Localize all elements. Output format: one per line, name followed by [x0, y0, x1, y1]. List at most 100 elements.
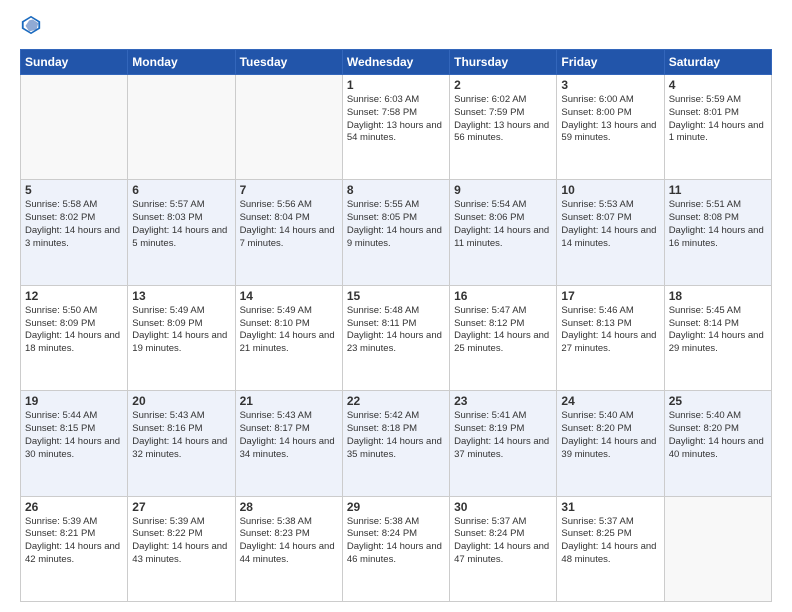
sunset-text: Sunset: 8:09 PM	[132, 318, 230, 331]
day-number: 7	[240, 183, 338, 197]
daylight-text: Daylight: 14 hours and 46 minutes.	[347, 541, 445, 567]
daylight-text: Daylight: 14 hours and 19 minutes.	[132, 330, 230, 356]
calendar-header-row: SundayMondayTuesdayWednesdayThursdayFrid…	[21, 50, 772, 75]
header	[20, 16, 772, 41]
sunrise-text: Sunrise: 5:53 AM	[561, 199, 659, 212]
daylight-text: Daylight: 14 hours and 39 minutes.	[561, 436, 659, 462]
sunrise-text: Sunrise: 5:51 AM	[669, 199, 767, 212]
daylight-text: Daylight: 14 hours and 29 minutes.	[669, 330, 767, 356]
day-number: 25	[669, 394, 767, 408]
sunrise-text: Sunrise: 5:47 AM	[454, 305, 552, 318]
sunset-text: Sunset: 8:12 PM	[454, 318, 552, 331]
day-number: 31	[561, 500, 659, 514]
calendar-cell: 6Sunrise: 5:57 AMSunset: 8:03 PMDaylight…	[128, 180, 235, 285]
calendar-cell: 28Sunrise: 5:38 AMSunset: 8:23 PMDayligh…	[235, 496, 342, 601]
calendar-cell	[235, 75, 342, 180]
day-number: 10	[561, 183, 659, 197]
daylight-text: Daylight: 14 hours and 21 minutes.	[240, 330, 338, 356]
day-number: 8	[347, 183, 445, 197]
day-number: 20	[132, 394, 230, 408]
day-number: 11	[669, 183, 767, 197]
day-number: 15	[347, 289, 445, 303]
day-number: 3	[561, 78, 659, 92]
sunset-text: Sunset: 8:20 PM	[561, 423, 659, 436]
sunset-text: Sunset: 8:01 PM	[669, 107, 767, 120]
day-number: 19	[25, 394, 123, 408]
sunrise-text: Sunrise: 5:58 AM	[25, 199, 123, 212]
daylight-text: Daylight: 14 hours and 1 minute.	[669, 120, 767, 146]
calendar-cell	[21, 75, 128, 180]
sunrise-text: Sunrise: 6:03 AM	[347, 94, 445, 107]
sunrise-text: Sunrise: 5:38 AM	[347, 516, 445, 529]
calendar-cell: 4 Sunrise: 5:59 AMSunset: 8:01 PMDaylight…	[664, 75, 771, 180]
sunrise-text: Sunrise: 5:39 AM	[132, 516, 230, 529]
sunrise-text: Sunrise: 5:45 AM	[669, 305, 767, 318]
daylight-text: Daylight: 14 hours and 32 minutes.	[132, 436, 230, 462]
sunrise-text: Sunrise: 5:43 AM	[240, 410, 338, 423]
day-number: 27	[132, 500, 230, 514]
day-number: 17	[561, 289, 659, 303]
day-number: 26	[25, 500, 123, 514]
calendar-cell: 31Sunrise: 5:37 AMSunset: 8:25 PMDayligh…	[557, 496, 664, 601]
daylight-text: Daylight: 14 hours and 48 minutes.	[561, 541, 659, 567]
sunrise-text: Sunrise: 5:40 AM	[669, 410, 767, 423]
generalblue-logo-icon	[20, 14, 42, 36]
sunset-text: Sunset: 8:08 PM	[669, 212, 767, 225]
sunrise-text: Sunrise: 5:39 AM	[25, 516, 123, 529]
calendar-week-row: 26Sunrise: 5:39 AMSunset: 8:21 PMDayligh…	[21, 496, 772, 601]
day-number: 2	[454, 78, 552, 92]
sunrise-text: Sunrise: 5:46 AM	[561, 305, 659, 318]
sunset-text: Sunset: 8:09 PM	[25, 318, 123, 331]
calendar-cell: 13Sunrise: 5:49 AMSunset: 8:09 PMDayligh…	[128, 285, 235, 390]
calendar-cell: 27Sunrise: 5:39 AMSunset: 8:22 PMDayligh…	[128, 496, 235, 601]
sunset-text: Sunset: 8:23 PM	[240, 528, 338, 541]
daylight-text: Daylight: 14 hours and 43 minutes.	[132, 541, 230, 567]
weekday-header-friday: Friday	[557, 50, 664, 75]
day-number: 22	[347, 394, 445, 408]
calendar-cell: 15 Sunrise: 5:48 AMSunset: 8:11 PMDayligh…	[342, 285, 449, 390]
weekday-header-thursday: Thursday	[450, 50, 557, 75]
calendar-week-row: 1Sunrise: 6:03 AMSunset: 7:58 PMDaylight…	[21, 75, 772, 180]
sunset-text: Sunset: 8:14 PM	[669, 318, 767, 331]
day-number: 5	[25, 183, 123, 197]
day-number: 12	[25, 289, 123, 303]
calendar-cell: 24Sunrise: 5:40 AMSunset: 8:20 PMDayligh…	[557, 391, 664, 496]
day-number: 1	[347, 78, 445, 92]
daylight-text: Daylight: 14 hours and 3 minutes.	[25, 225, 123, 251]
calendar-cell: 12Sunrise: 5:50 AMSunset: 8:09 PMDayligh…	[21, 285, 128, 390]
day-number: 4	[669, 78, 767, 92]
day-number: 23	[454, 394, 552, 408]
sunrise-text: Sunrise: 5:43 AM	[132, 410, 230, 423]
sunset-text: Sunset: 8:11 PM	[347, 318, 445, 331]
sunset-text: Sunset: 8:03 PM	[132, 212, 230, 225]
calendar-cell: 1Sunrise: 6:03 AMSunset: 7:58 PMDaylight…	[342, 75, 449, 180]
sunset-text: Sunset: 8:16 PM	[132, 423, 230, 436]
daylight-text: Daylight: 14 hours and 16 minutes.	[669, 225, 767, 251]
calendar-cell: 19Sunrise: 5:44 AMSunset: 8:15 PMDayligh…	[21, 391, 128, 496]
weekday-header-sunday: Sunday	[21, 50, 128, 75]
sunrise-text: Sunrise: 5:59 AM	[669, 94, 767, 107]
sunset-text: Sunset: 8:24 PM	[347, 528, 445, 541]
daylight-text: Daylight: 14 hours and 18 minutes.	[25, 330, 123, 356]
daylight-text: Daylight: 13 hours and 56 minutes.	[454, 120, 552, 146]
sunset-text: Sunset: 8:05 PM	[347, 212, 445, 225]
daylight-text: Daylight: 14 hours and 23 minutes.	[347, 330, 445, 356]
weekday-header-wednesday: Wednesday	[342, 50, 449, 75]
calendar-cell	[128, 75, 235, 180]
sunset-text: Sunset: 8:17 PM	[240, 423, 338, 436]
calendar-cell: 5 Sunrise: 5:58 AMSunset: 8:02 PMDaylight…	[21, 180, 128, 285]
day-number: 16	[454, 289, 552, 303]
calendar-table: SundayMondayTuesdayWednesdayThursdayFrid…	[20, 49, 772, 602]
day-number: 6	[132, 183, 230, 197]
daylight-text: Daylight: 14 hours and 34 minutes.	[240, 436, 338, 462]
daylight-text: Daylight: 14 hours and 30 minutes.	[25, 436, 123, 462]
calendar-cell	[664, 496, 771, 601]
sunset-text: Sunset: 8:06 PM	[454, 212, 552, 225]
sunrise-text: Sunrise: 5:48 AM	[347, 305, 445, 318]
calendar-week-row: 12Sunrise: 5:50 AMSunset: 8:09 PMDayligh…	[21, 285, 772, 390]
daylight-text: Daylight: 14 hours and 11 minutes.	[454, 225, 552, 251]
sunset-text: Sunset: 8:02 PM	[25, 212, 123, 225]
calendar-cell: 14Sunrise: 5:49 AMSunset: 8:10 PMDayligh…	[235, 285, 342, 390]
calendar-week-row: 19Sunrise: 5:44 AMSunset: 8:15 PMDayligh…	[21, 391, 772, 496]
page: SundayMondayTuesdayWednesdayThursdayFrid…	[0, 0, 792, 612]
